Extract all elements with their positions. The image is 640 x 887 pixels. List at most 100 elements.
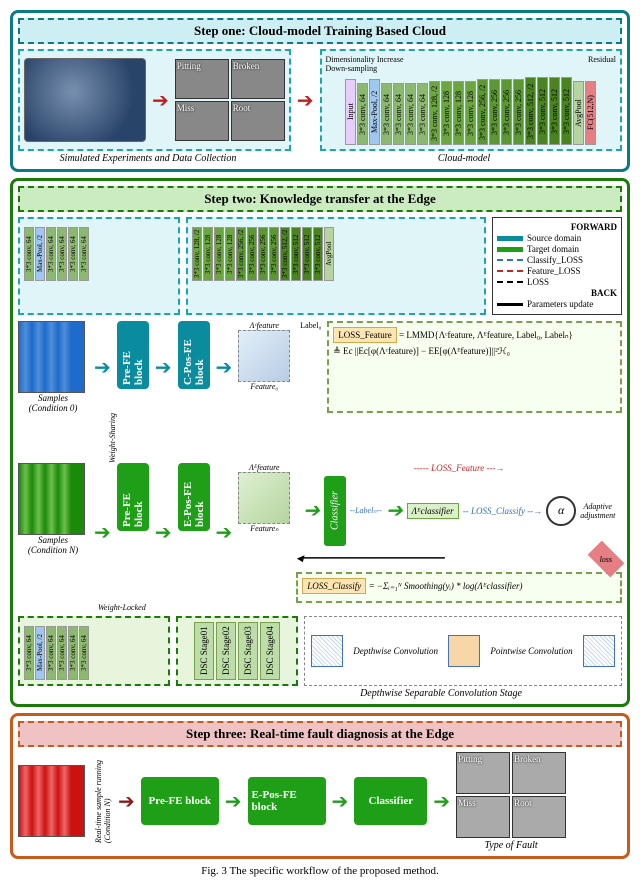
- label0: Label₀: [300, 321, 321, 330]
- layer: 3*3 conv, 64: [417, 83, 428, 145]
- signal-condN-label: Samples (Condition N): [18, 535, 88, 555]
- edge-pre-detail: 3*3 conv, 64 Max-Pool, /2 3*3 conv, 64 3…: [18, 616, 170, 686]
- layer: 3*3 conv, 256: [501, 79, 512, 145]
- prefe-detail: 3*3 conv, 64 Max-Pool, /2 3*3 conv, 64 3…: [18, 217, 180, 315]
- pointwise-label: Pointwise Convolution: [490, 646, 572, 656]
- step2-title: Step two: Knowledge transfer at the Edge: [18, 186, 622, 212]
- depthwise-label: Depthwise Convolution: [353, 646, 438, 656]
- signal-cond0: [18, 321, 85, 393]
- layer: 3*3 conv, 128: [453, 81, 464, 145]
- weight-sharing: Weight-Sharing: [108, 413, 117, 463]
- cube-icon: [311, 635, 343, 667]
- fault-outcome-label: Type of Fault: [456, 840, 566, 851]
- arrow-icon: ➔: [216, 520, 233, 545]
- fault-broken: Broken: [512, 752, 566, 794]
- step3-ePosFE: E-Pos-FE block: [248, 777, 326, 825]
- defect-broken: Broken: [231, 59, 285, 99]
- layer: 3*3 conv, 64: [68, 626, 78, 680]
- layer: 3*3 conv, 64: [46, 626, 56, 680]
- layer: 3*3 conv, 64: [381, 83, 392, 145]
- step1-panel: Step one: Cloud-model Training Based Clo…: [10, 10, 630, 172]
- preFE-tgt: Pre-FE block: [117, 463, 149, 531]
- featureN-label: Featureₙ: [250, 524, 278, 533]
- cube-icon: [583, 635, 615, 667]
- layer: AvgPool: [324, 227, 334, 281]
- layer: FC(512,N): [585, 81, 596, 145]
- layer: 3*3 conv, 512: [313, 227, 323, 281]
- arrow-icon: ➔: [433, 789, 450, 814]
- dsc-stages-box: DSC Stage01 DSC Stage02 DSC Stage03 DSC …: [176, 616, 298, 686]
- dsc-diagram: Depthwise Convolution Pointwise Convolut…: [304, 616, 622, 686]
- layer: 3*3 conv, 256, /2: [236, 227, 246, 281]
- dsc-stage: DSC Stage02: [216, 622, 236, 680]
- legend-target: Target domain: [527, 244, 579, 254]
- fault-grid: Pitting Broken Miss Root: [456, 752, 566, 838]
- arrow-icon: ➔: [303, 498, 320, 523]
- layer: 3*3 conv, 64: [79, 626, 89, 680]
- alpha: α: [558, 503, 564, 518]
- note-down: Down-sampling: [326, 64, 378, 73]
- dsc-stage: DSC Stage03: [238, 622, 258, 680]
- layer: 3*3 conv, 512: [291, 227, 301, 281]
- signal-cond0-label: Samples (Condition 0): [18, 393, 88, 413]
- formula-classify-title: LOSS_Classify: [302, 578, 366, 594]
- arrow-icon: ➔: [386, 498, 403, 523]
- gearbox-image: [24, 58, 146, 142]
- formula-feature-title: LOSS_Feature: [333, 327, 397, 343]
- arrow-icon: ➔: [332, 789, 349, 814]
- layer: 3*3 conv, 64: [46, 227, 56, 281]
- loss-feature-label: LOSS_Feature: [431, 463, 484, 473]
- layer: 3*3 conv, 128, /2: [192, 227, 202, 281]
- signal-realtime: [18, 765, 85, 837]
- step1-left-label: Simulated Experiments and Data Collectio…: [18, 153, 278, 164]
- note-residual: Residual: [588, 55, 616, 73]
- layer: 3*3 conv, 512: [302, 227, 312, 281]
- legend-forward: FORWARD: [497, 222, 617, 232]
- layer: 3*3 conv, 128: [465, 81, 476, 145]
- layer: 3*3 conv, 256: [258, 227, 268, 281]
- lambda-ec: Λᴱclassifier: [407, 503, 459, 519]
- layer: 3*3 conv, 64: [57, 227, 67, 281]
- loss-classify-label: LOSS_Classify: [471, 506, 525, 516]
- featureN-maps: [238, 472, 290, 524]
- signal-condN: [18, 463, 85, 535]
- layer: 3*3 conv, 64: [405, 83, 416, 145]
- layer: 3*3 conv, 64: [393, 83, 404, 145]
- arrow-icon: ➔: [155, 355, 172, 380]
- step3-preFE: Pre-FE block: [141, 777, 219, 825]
- layer: 3*3 conv, 64: [79, 227, 89, 281]
- layer: 3*3 conv, 256: [269, 227, 279, 281]
- alpha-node: α: [546, 496, 576, 526]
- figure-caption: Fig. 3 The specific workflow of the prop…: [10, 865, 630, 877]
- legend: FORWARD Source domain Target domain Clas…: [492, 217, 622, 315]
- defect-root: Root: [231, 101, 285, 141]
- layer: 3*3 conv, 64: [24, 227, 34, 281]
- legend-loss: LOSS: [527, 277, 549, 287]
- feature0-label: Feature₀: [250, 382, 278, 391]
- legend-closs: Classify_LOSS: [527, 255, 583, 265]
- arrow-icon: ➔: [216, 355, 233, 380]
- arrow-icon: ➔: [118, 789, 135, 814]
- layer: 3*3 conv, 64: [57, 626, 67, 680]
- defect-grid: Pitting Broken Miss Root: [175, 59, 285, 141]
- dsc-title: Depthwise Separable Convolution Stage: [18, 688, 622, 699]
- layer: 3*3 conv, 128, /2: [429, 81, 440, 145]
- layer: 3*3 conv, 256: [489, 79, 500, 145]
- formula-feature: LOSS_Feature = LMMD{Λᶜfeature, Λᴱfeature…: [327, 321, 622, 413]
- layer: 3*3 conv, 512: [561, 77, 572, 145]
- cposfe-detail: 3*3 conv, 128, /2 3*3 conv, 128 3*3 conv…: [186, 217, 486, 315]
- arrow-icon: ➔: [155, 520, 172, 545]
- step1-left-box: ➔ Pitting Broken Miss Root: [18, 49, 291, 151]
- step3-classifier: Classifier: [354, 777, 427, 825]
- defect-miss: Miss: [175, 101, 229, 141]
- arrow-icon: ➔: [94, 355, 111, 380]
- lambda-e: Λᴱfeature: [249, 463, 279, 472]
- step1-title: Step one: Cloud-model Training Based Clo…: [18, 18, 622, 44]
- legend-back: BACK: [497, 288, 617, 298]
- lambda-c: Λᶜfeature: [250, 321, 279, 330]
- layer: 3*3 conv, 64: [68, 227, 78, 281]
- step1-right-box: Dimensionality Increase Down-sampling Re…: [320, 49, 622, 151]
- step3-panel: Step three: Real-time fault diagnosis at…: [10, 713, 630, 859]
- layer: 3*3 conv, 256: [513, 79, 524, 145]
- dsc-stage: DSC Stage01: [194, 622, 214, 680]
